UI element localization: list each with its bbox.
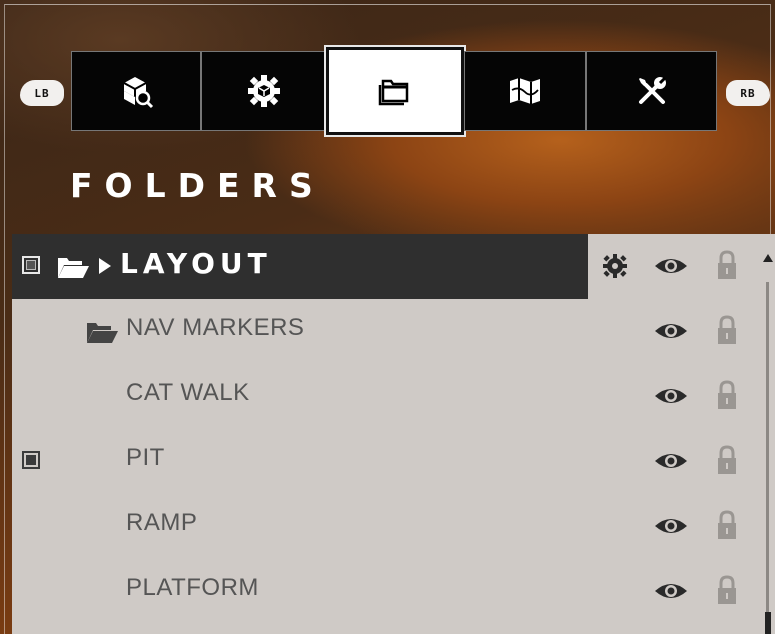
folder-row-layout[interactable]: LAYOUT xyxy=(12,234,760,299)
tab-object-browser[interactable] xyxy=(71,51,201,131)
tab-map[interactable] xyxy=(464,51,586,131)
folder-open-icon xyxy=(87,323,118,343)
folder-label: LAYOUT xyxy=(120,247,272,280)
eye-icon[interactable] xyxy=(653,254,689,278)
gear-icon[interactable] xyxy=(602,253,628,279)
folder-list-panel: LAYOUT NAV MARKERS CAT WALK PIT RAMP PLA… xyxy=(12,234,775,634)
scroll-thumb[interactable] xyxy=(765,612,771,634)
lock-icon[interactable] xyxy=(716,509,738,541)
scrollbar[interactable] xyxy=(760,234,775,634)
eye-icon[interactable] xyxy=(653,449,689,473)
scroll-up-arrow-icon[interactable] xyxy=(763,254,773,262)
folder-row-cat-walk[interactable]: CAT WALK xyxy=(12,364,760,429)
row-checkbox[interactable] xyxy=(22,256,40,274)
folder-row-ramp[interactable]: RAMP xyxy=(12,494,760,559)
eye-icon[interactable] xyxy=(653,319,689,343)
folder-row-nav-markers[interactable]: NAV MARKERS xyxy=(12,299,760,364)
lock-icon[interactable] xyxy=(716,574,738,606)
tab-folders[interactable] xyxy=(324,45,466,137)
folder-label: PIT xyxy=(126,444,165,471)
page-title: FOLDERS xyxy=(70,166,325,205)
cube-search-icon xyxy=(123,77,154,109)
tab-tools[interactable] xyxy=(586,51,717,131)
eye-icon[interactable] xyxy=(653,514,689,538)
folder-label: NAV MARKERS xyxy=(126,314,305,341)
folder-row-pit[interactable]: PIT xyxy=(12,429,760,494)
folder-label: RAMP xyxy=(126,509,198,536)
eye-icon[interactable] xyxy=(653,579,689,603)
tab-bar xyxy=(71,45,717,137)
scroll-track[interactable] xyxy=(766,282,769,634)
lock-icon[interactable] xyxy=(716,314,738,346)
tools-icon xyxy=(638,76,666,104)
left-bumper-badge[interactable]: LB xyxy=(20,80,64,106)
folder-row-platform[interactable]: PLATFORM xyxy=(12,559,760,624)
folder-label: PLATFORM xyxy=(126,574,259,601)
map-icon xyxy=(510,78,540,104)
eye-icon[interactable] xyxy=(653,384,689,408)
right-bumper-badge[interactable]: RB xyxy=(726,80,770,106)
folder-label: CAT WALK xyxy=(126,379,250,406)
folder-open-icon xyxy=(58,258,89,278)
tab-object-properties[interactable] xyxy=(201,51,326,131)
lock-icon[interactable] xyxy=(716,379,738,411)
expand-caret-icon[interactable] xyxy=(99,258,111,274)
row-checkbox[interactable] xyxy=(22,451,40,469)
gear-cube-icon xyxy=(247,75,280,107)
lock-icon[interactable] xyxy=(716,249,738,281)
lock-icon[interactable] xyxy=(716,444,738,476)
folder-icon xyxy=(378,79,409,106)
